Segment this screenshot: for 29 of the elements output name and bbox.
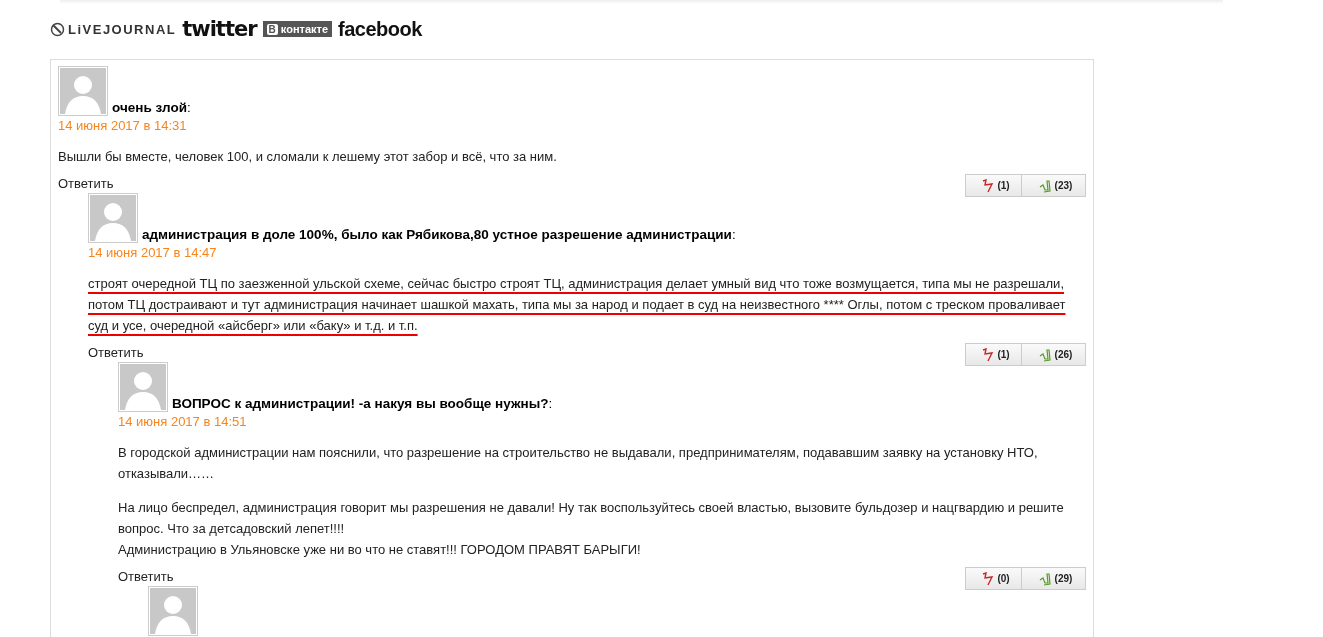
- dislike-icon: [981, 347, 995, 362]
- reply-link[interactable]: Ответить: [118, 569, 174, 584]
- facebook-logo[interactable]: facebook: [338, 17, 422, 41]
- comment-text: строят очередной ТЦ по заезженной ульской схеме, сейчас быстро строят ТЦ, администрация делает умный вид что тоже возмущается, типа мы не разрешали, потом ТЦ достраивают и тут администрация начинает шашкой махать, типа мы за народ и подает в суд на неизвестного **** Оглы, потом с треском проваливает суд и усе, очередной «айсберг» или «баку» и т.д. и т.п.: [88, 275, 1067, 335]
- dislike-icon: [981, 571, 995, 586]
- avatar-icon: [118, 362, 168, 412]
- comment-text: На лицо беспредел, администрация говорит мы разрешения не давали! Ну так воспользуйтесь своей властью, вызовите бульдозер и нацгвардию и решите вопрос. Что за детсадовский лепет!!!! Администрацию в Ульяновске уже ни во что не ставят!!! ГОРОДОМ ПРАВЯТ БАРЫГИ!: [118, 499, 1065, 559]
- like-icon: [1038, 347, 1052, 362]
- author-name: очень злой:: [112, 100, 191, 115]
- twitter-logo[interactable]: twitter: [182, 17, 257, 41]
- comment-text: В городской администрации нам пояснили, что разрешение на строительство не выдавали, предпринимателям, подававшим заявку на установку НТО, отказывали……: [118, 444, 1039, 483]
- dislike-button[interactable]: (1): [965, 343, 1022, 366]
- livejournal-logo[interactable]: LiVEJOURNAL: [50, 21, 177, 37]
- like-icon: [1038, 571, 1052, 586]
- reply-link[interactable]: Ответить: [88, 345, 144, 360]
- reply-link[interactable]: Ответить: [58, 176, 114, 191]
- dislike-button[interactable]: (0): [965, 567, 1022, 590]
- avatar-icon: [88, 193, 138, 243]
- author-name: ВОПРОС к администрации! -а накуя вы вообще нужны?:: [172, 396, 553, 411]
- vkontakte-logo[interactable]: В контакте: [262, 21, 333, 37]
- like-button[interactable]: (26): [1022, 343, 1086, 366]
- like-button[interactable]: (29): [1022, 567, 1086, 590]
- dislike-button[interactable]: (1): [965, 174, 1022, 197]
- like-icon: [1038, 178, 1052, 193]
- author-name: администрация в доле 100%, было как Рябикова,80 устное разрешение администрации:: [142, 227, 736, 242]
- dislike-icon: [981, 178, 995, 193]
- avatar-icon: [58, 66, 108, 116]
- like-button[interactable]: (23): [1022, 174, 1086, 197]
- comment-text: Вышли бы вместе, человек 100, и сломали к лешему этот забор и всё, что за ним.: [58, 148, 558, 166]
